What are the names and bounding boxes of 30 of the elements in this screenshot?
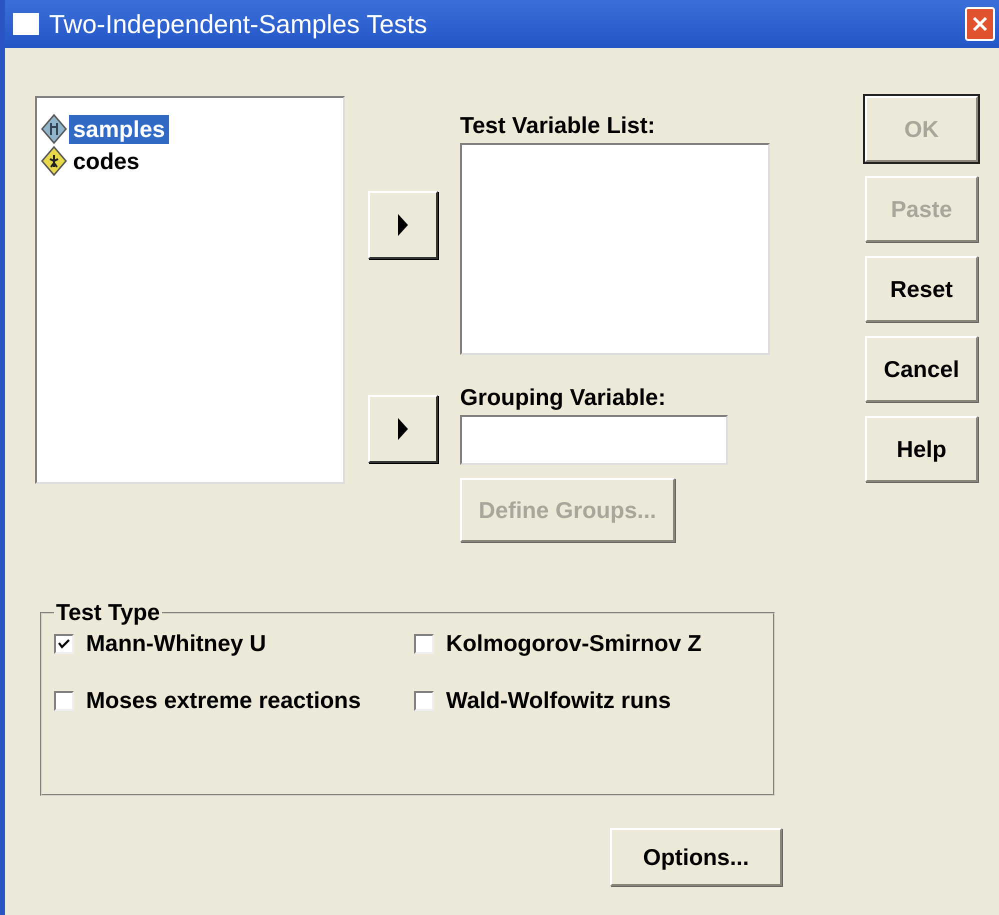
check-icon <box>58 638 70 650</box>
variable-item[interactable]: samples <box>69 114 170 144</box>
close-button[interactable] <box>965 7 995 41</box>
close-icon <box>972 16 988 32</box>
dialog-button[interactable]: Help <box>865 416 978 482</box>
options-button[interactable]: Options... <box>610 828 782 886</box>
variable-item[interactable]: codes <box>69 146 144 176</box>
window-title: Two-Independent-Samples Tests <box>49 8 428 40</box>
checkbox-label: Kolmogorov-Smirnov Z <box>446 630 702 657</box>
checkbox-label: Wald-Wolfowitz runs <box>446 687 671 714</box>
dialog-button[interactable]: Reset <box>865 256 978 322</box>
checkbox[interactable] <box>414 690 434 710</box>
field-label: Grouping Variable: <box>460 383 667 411</box>
field-label: Test Variable List: <box>460 111 656 139</box>
checkbox[interactable] <box>54 690 74 710</box>
grouping-variable-field[interactable] <box>460 415 728 465</box>
move-grouping-variable-button[interactable] <box>368 395 438 463</box>
group-title: Test Type <box>55 599 161 626</box>
right-triangle-icon <box>397 417 409 441</box>
move-test-variable-button[interactable] <box>368 191 438 259</box>
checkbox-label: Moses extreme reactions <box>86 687 361 714</box>
ruler-diamond-icon <box>41 114 67 144</box>
right-triangle-icon <box>397 213 409 237</box>
source-variable-list[interactable]: samples codes <box>35 96 345 484</box>
window-icon <box>13 13 39 35</box>
checkbox-label: Mann-Whitney U <box>86 630 266 657</box>
dialog-button[interactable]: Cancel <box>865 336 978 402</box>
checkbox[interactable] <box>414 634 434 654</box>
checkbox[interactable] <box>54 634 74 654</box>
figure-diamond-icon <box>41 146 67 176</box>
